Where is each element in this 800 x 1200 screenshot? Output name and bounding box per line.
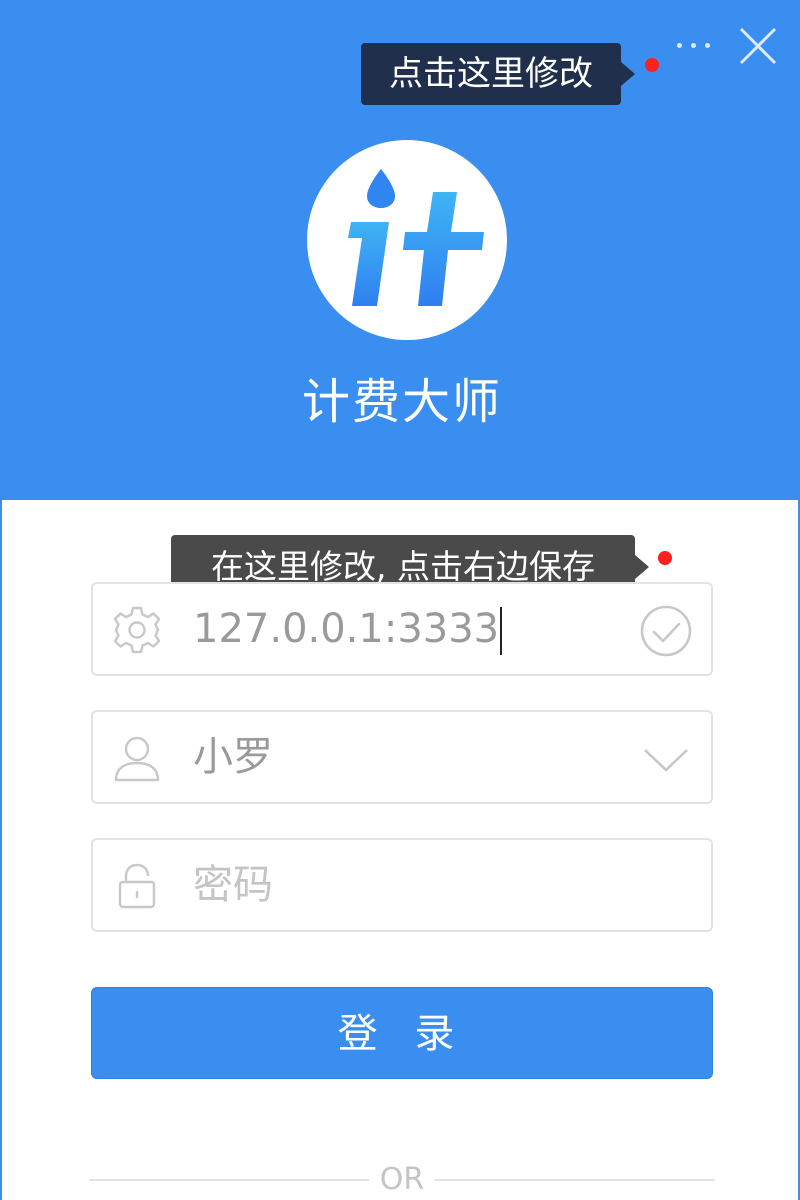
lock-icon xyxy=(118,863,156,909)
password-placeholder: 密码 xyxy=(193,862,273,908)
login-button[interactable]: 登 录 xyxy=(91,987,713,1079)
tooltip-top: 点击这里修改 xyxy=(361,43,635,105)
check-circle-icon[interactable] xyxy=(639,604,693,658)
gear-icon xyxy=(113,606,161,654)
alert-dot-top xyxy=(645,58,659,72)
login-window: 点击这里修改 计费大师 在这里修改, 点击右边保存 127.0.0.1:3333… xyxy=(0,0,800,1200)
close-x-icon xyxy=(739,27,777,65)
user-icon xyxy=(114,736,160,782)
app-logo xyxy=(307,140,507,340)
server-field[interactable]: 127.0.0.1:3333 xyxy=(91,582,713,676)
header-banner: 点击这里修改 计费大师 xyxy=(2,0,800,500)
or-divider: OR xyxy=(89,1160,715,1200)
more-dots-icon xyxy=(677,43,682,48)
server-address-value: 127.0.0.1:3333 xyxy=(193,606,500,652)
alert-dot-server xyxy=(658,551,672,565)
app-logo-ji-icon xyxy=(348,169,484,306)
text-caret xyxy=(500,607,503,655)
chevron-down-icon[interactable] xyxy=(639,732,693,786)
user-field[interactable]: 小罗 xyxy=(91,710,713,804)
username-value: 小罗 xyxy=(193,734,273,780)
password-field[interactable]: 密码 xyxy=(91,838,713,932)
or-text: OR xyxy=(379,1162,425,1197)
app-name: 计费大师 xyxy=(301,374,502,430)
more-button[interactable] xyxy=(670,28,716,64)
close-button[interactable] xyxy=(736,24,780,68)
